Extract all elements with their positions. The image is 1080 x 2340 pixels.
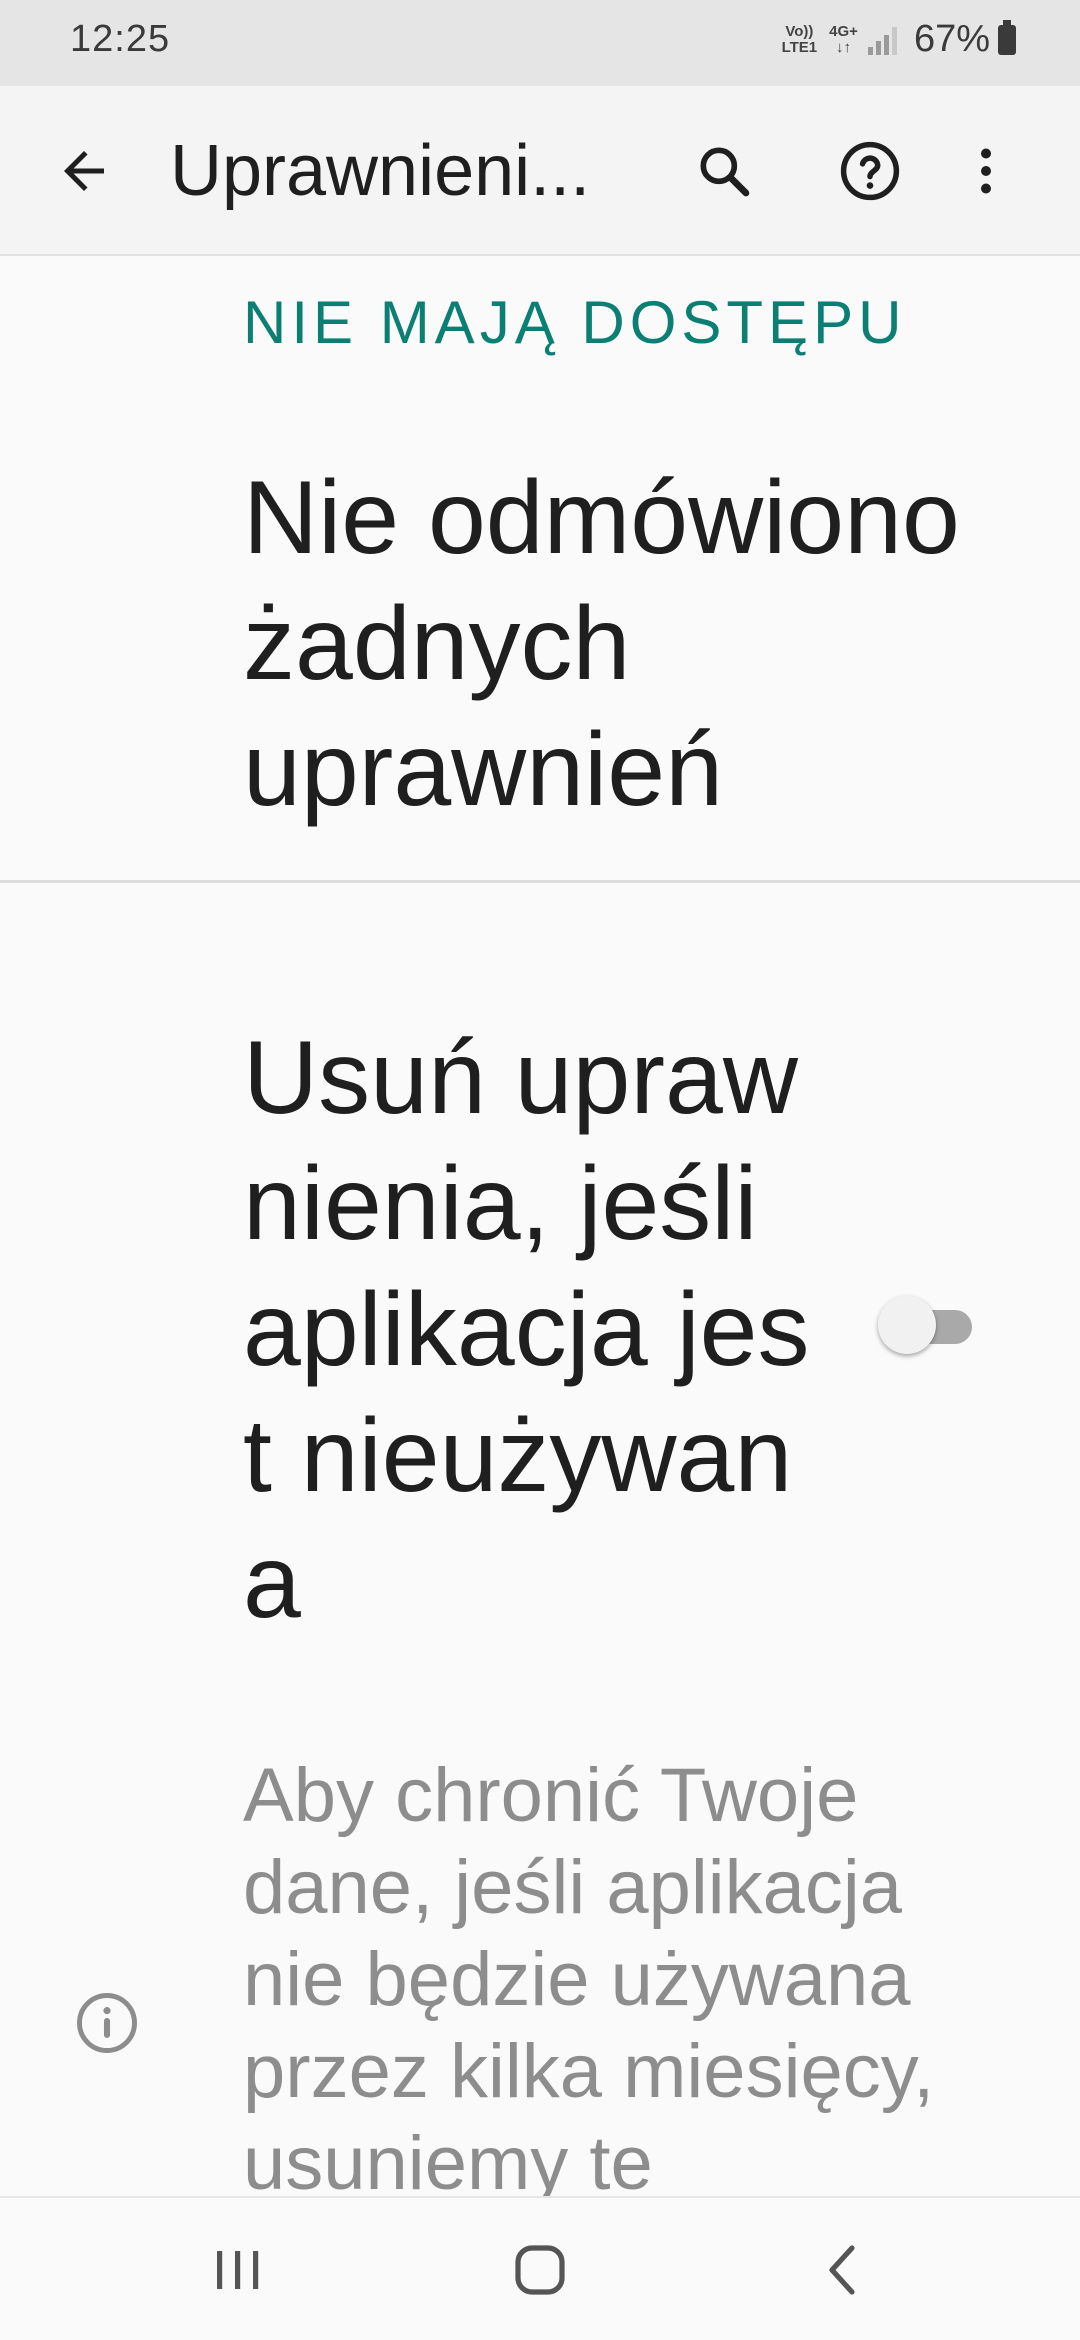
home-button[interactable] — [480, 2220, 600, 2320]
search-button[interactable] — [676, 123, 772, 219]
auto-revoke-label[interactable]: Usuń upraw nienia, jeśli aplikacja jest … — [243, 1015, 833, 1645]
divider — [0, 880, 1080, 883]
recents-button[interactable] — [178, 2220, 298, 2320]
empty-state-message: Nie odmówiono żadnych uprawnień — [243, 460, 960, 828]
more-vert-icon — [981, 148, 991, 194]
info-description: Aby chronić Twoje dane, jeśli aplikacja … — [243, 1753, 935, 2206]
info-icon — [74, 1990, 140, 2056]
network-type-indicator: 4G+ ↓↑ — [829, 22, 858, 56]
back-button[interactable] — [36, 123, 132, 219]
page-title: Uprawnieni... — [170, 131, 591, 211]
status-indicators: Vo)) LTE1 4G+ ↓↑ 67% — [782, 18, 1016, 61]
search-icon — [700, 147, 750, 197]
status-time: 12:25 — [70, 18, 171, 60]
arrow-back-icon — [64, 151, 104, 191]
home-icon — [515, 2245, 565, 2295]
volte-indicator: Vo)) LTE1 — [781, 22, 818, 56]
auto-revoke-toggle[interactable] — [878, 1296, 976, 1354]
help-icon — [840, 141, 900, 201]
recents-icon — [217, 2251, 259, 2289]
data-arrows-icon: ↓↑ — [836, 38, 852, 56]
help-button[interactable] — [822, 123, 918, 219]
nav-back-button[interactable] — [782, 2220, 902, 2320]
battery-percent: 67% — [913, 18, 990, 60]
navigation-bar — [0, 2196, 1080, 2340]
battery-icon — [998, 19, 1016, 55]
signal-icon — [867, 25, 900, 55]
more-options-button[interactable] — [938, 123, 1034, 219]
nav-back-icon — [829, 2245, 855, 2295]
status-bar: 12:25 Vo)) LTE1 4G+ ↓↑ 67% — [0, 0, 1080, 86]
app-bar: Uprawnieni... — [0, 86, 1080, 256]
section-header-denied: NIE MAJĄ DOSTĘPU — [243, 289, 907, 356]
toggle-knob — [878, 1296, 936, 1354]
